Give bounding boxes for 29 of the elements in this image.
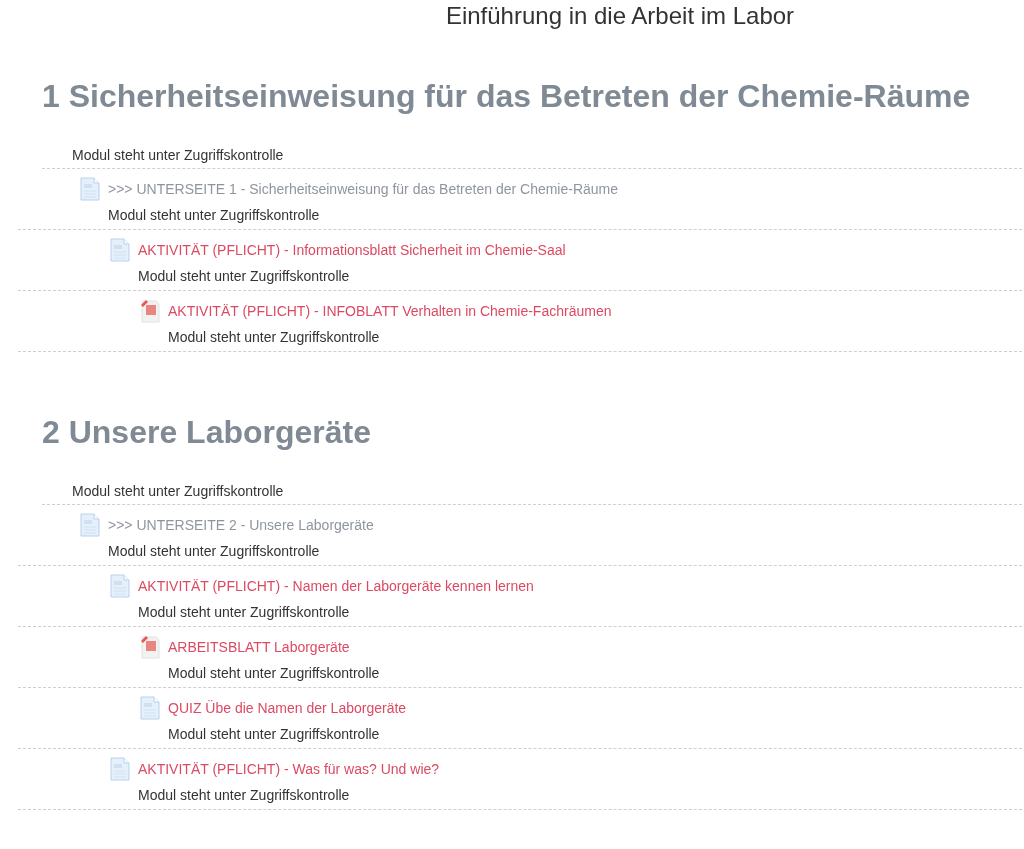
section-heading: 2 Unsere Laborgeräte — [42, 413, 372, 452]
restriction-note: Modul steht unter Zugriffskontrolle — [167, 725, 381, 743]
document-icon — [110, 574, 130, 598]
restriction-note: Modul steht unter Zugriffskontrolle — [42, 482, 1022, 505]
document-icon — [140, 696, 160, 720]
restriction-note: Modul steht unter Zugriffskontrolle — [167, 664, 381, 682]
restriction-note: Modul steht unter Zugriffskontrolle — [107, 206, 321, 224]
document-icon — [80, 177, 100, 201]
pdf-file-icon — [140, 299, 160, 323]
activity-link[interactable]: ARBEITSBLATT Laborgeräte — [168, 635, 350, 659]
page-title: Einführung in die Arbeit im Labor — [444, 1, 796, 31]
restriction-note: Modul steht unter Zugriffskontrolle — [137, 603, 351, 621]
pdf-file-icon — [140, 635, 160, 659]
activity-link[interactable]: AKTIVITÄT (PFLICHT) - INFOBLATT Verhalten in Chemie-Fachräumen — [168, 299, 612, 323]
section-heading: 1 Sicherheitseinweisung für das Betreten der Chemie-Räume — [42, 77, 972, 116]
activity-link[interactable]: QUIZ Übe die Namen der Laborgeräte — [168, 696, 407, 720]
activity-link[interactable]: AKTIVITÄT (PFLICHT) - Namen der Laborgeräte kennen lernen — [138, 574, 534, 598]
document-icon — [80, 513, 100, 537]
restriction-note: Modul steht unter Zugriffskontrolle — [137, 267, 351, 285]
restriction-note: Modul steht unter Zugriffskontrolle — [42, 146, 1022, 169]
restriction-note: Modul steht unter Zugriffskontrolle — [107, 542, 321, 560]
restriction-note: Modul steht unter Zugriffskontrolle — [167, 328, 381, 346]
activity-link[interactable]: AKTIVITÄT (PFLICHT) - Informationsblatt Sicherheit im Chemie-Saal — [138, 238, 566, 262]
activity-link[interactable]: >>> UNTERSEITE 2 - Unsere Laborgeräte — [108, 513, 374, 537]
activity-link[interactable]: AKTIVITÄT (PFLICHT) - Was für was? Und wie? — [138, 757, 440, 781]
document-icon — [110, 757, 130, 781]
restriction-note: Modul steht unter Zugriffskontrolle — [137, 786, 351, 804]
document-icon — [110, 238, 130, 262]
activity-link[interactable]: >>> UNTERSEITE 1 - Sicherheitseinweisung für das Betreten der Chemie-Räume — [108, 177, 619, 201]
